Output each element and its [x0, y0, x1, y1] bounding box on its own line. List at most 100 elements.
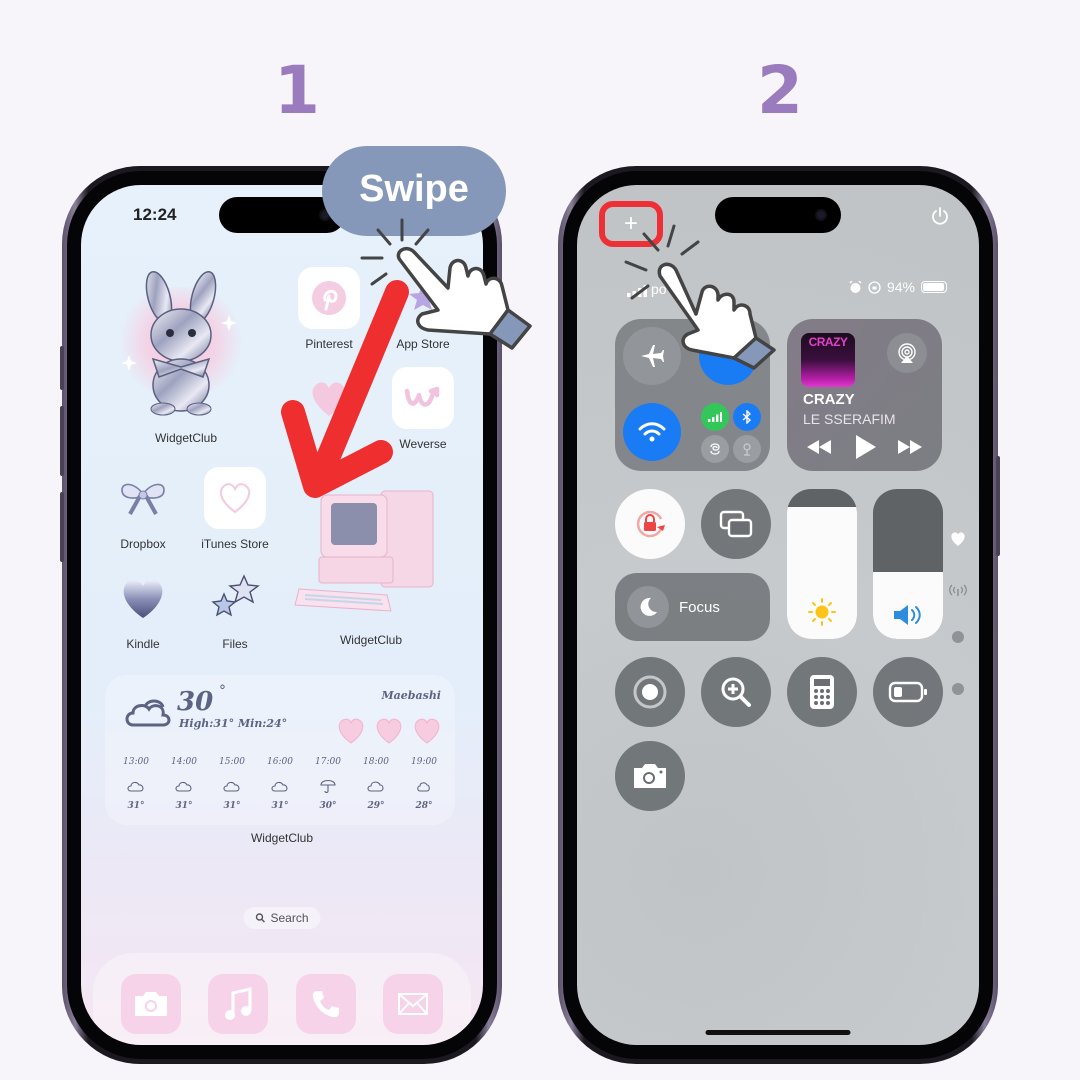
heart-icon	[414, 718, 440, 744]
dock-mail[interactable]	[383, 974, 444, 1034]
camera-icon	[134, 992, 167, 1016]
app-files[interactable]: Files	[195, 567, 275, 651]
page-dot[interactable]	[952, 631, 964, 643]
stars-icon	[211, 574, 260, 617]
volume-up-button	[60, 406, 64, 476]
bluetooth-toggle[interactable]	[733, 403, 761, 431]
sun-icon	[808, 598, 836, 626]
fast-forward-icon[interactable]	[898, 440, 922, 454]
forecast-temp: 30°	[319, 801, 337, 811]
camera-button[interactable]	[615, 741, 685, 811]
heart-icon	[376, 718, 402, 744]
volume-down-button	[60, 492, 64, 562]
screen-mirroring-button[interactable]	[701, 489, 771, 559]
status-right: 94%	[849, 279, 947, 295]
airdrop-toggle[interactable]	[701, 435, 729, 463]
hotspot-icon	[743, 443, 751, 456]
bunny-icon	[121, 270, 237, 416]
magnifier-button[interactable]	[701, 657, 771, 727]
low-battery-icon	[888, 681, 927, 703]
current-temperature: 30	[177, 687, 214, 717]
heart-icon[interactable]	[949, 531, 967, 547]
airdrop-icon	[710, 443, 720, 455]
bluetooth-icon	[742, 410, 752, 424]
calculator-button[interactable]	[787, 657, 857, 727]
chrome-heart-icon	[123, 579, 163, 618]
rotation-lock-icon	[636, 510, 665, 538]
music-icon	[225, 987, 252, 1020]
forecast-temp: 31°	[223, 801, 241, 811]
focus-button[interactable]: Focus	[615, 573, 770, 641]
app-kindle[interactable]: Kindle	[103, 567, 183, 651]
forecast-time: 13:00	[123, 757, 149, 767]
forecast-time: 17:00	[315, 757, 341, 767]
speaker-icon	[894, 605, 921, 625]
app-label: Files	[222, 637, 248, 651]
hearts-decoration	[335, 717, 443, 745]
home-indicator[interactable]	[705, 1030, 851, 1035]
app-itunes-store[interactable]: iTunes Store	[195, 467, 275, 551]
weather-city: Maebashi	[381, 689, 442, 702]
page-dot[interactable]	[952, 683, 964, 695]
rewind-icon[interactable]	[807, 440, 831, 454]
step-number-2: 2	[757, 52, 803, 129]
moon-icon	[640, 597, 657, 616]
degree-symbol: °	[219, 683, 226, 699]
app-dropbox[interactable]: Dropbox	[103, 467, 183, 551]
cloud-moon-icon	[401, 775, 447, 797]
screen-recording-button[interactable]	[615, 657, 685, 727]
dock	[93, 953, 471, 1045]
search-icon	[255, 913, 265, 923]
power-button[interactable]	[931, 207, 949, 230]
now-playing-panel[interactable]: CRAZY CRAZY LE SSERAFIM	[787, 319, 942, 471]
search-button[interactable]: Search	[243, 907, 321, 929]
dock-camera[interactable]	[120, 974, 181, 1034]
wifi-toggle[interactable]	[623, 403, 681, 461]
cloud-sun-icon	[209, 775, 255, 797]
low-power-mode-button[interactable]	[873, 657, 943, 727]
weather-widget[interactable]: 30 ° High:31° Min:24° Maebashi 13:00 31°	[105, 675, 455, 825]
album-art: CRAZY	[801, 333, 855, 387]
side-button	[996, 456, 1000, 556]
cellular-toggle[interactable]	[701, 403, 729, 431]
forecast-hour: 17:00 30°	[305, 757, 351, 811]
widget-label: WidgetClub	[339, 633, 403, 647]
focus-label: Focus	[679, 598, 720, 616]
power-icon	[932, 207, 948, 225]
page-indicator	[947, 531, 969, 695]
umbrella-icon	[305, 775, 351, 797]
bunny-widget[interactable]	[111, 267, 251, 417]
heart-icon	[338, 718, 364, 744]
bow-icon	[121, 483, 165, 515]
forecast-temp: 29°	[367, 801, 385, 811]
dock-phone[interactable]	[295, 974, 356, 1034]
alarm-icon	[849, 280, 862, 293]
status-time: 12:24	[133, 205, 177, 224]
airplay-button[interactable]	[887, 333, 927, 373]
forecast-time: 18:00	[363, 757, 389, 767]
playback-controls	[807, 435, 922, 459]
high-low-temperature: High:31° Min:24°	[179, 717, 288, 730]
search-label: Search	[270, 911, 309, 925]
magnifier-icon	[721, 677, 751, 707]
antenna-icon[interactable]	[948, 583, 968, 597]
forecast-temp: 31°	[271, 801, 289, 811]
screen-mirroring-icon	[719, 510, 753, 538]
record-icon	[633, 675, 667, 709]
cellular-bars-icon	[708, 412, 722, 422]
app-label: Dropbox	[120, 537, 166, 551]
heart-outline-icon	[219, 483, 251, 514]
play-icon[interactable]	[854, 435, 876, 459]
forecast-hour: 19:00 28°	[401, 757, 447, 811]
volume-slider[interactable]	[873, 489, 943, 639]
dock-music[interactable]	[208, 974, 269, 1034]
cloud-sun-icon	[113, 775, 159, 797]
forecast-temp: 31°	[127, 801, 145, 811]
orientation-lock-toggle[interactable]	[615, 489, 685, 559]
forecast-time: 14:00	[171, 757, 197, 767]
hotspot-toggle[interactable]	[733, 435, 761, 463]
widget-label: WidgetClub	[250, 831, 314, 845]
hourly-forecast: 13:00 31° 14:00 31° 15:00 31° 16:00 31° …	[113, 757, 447, 811]
brightness-slider[interactable]	[787, 489, 857, 639]
cloud-icon	[125, 699, 171, 727]
